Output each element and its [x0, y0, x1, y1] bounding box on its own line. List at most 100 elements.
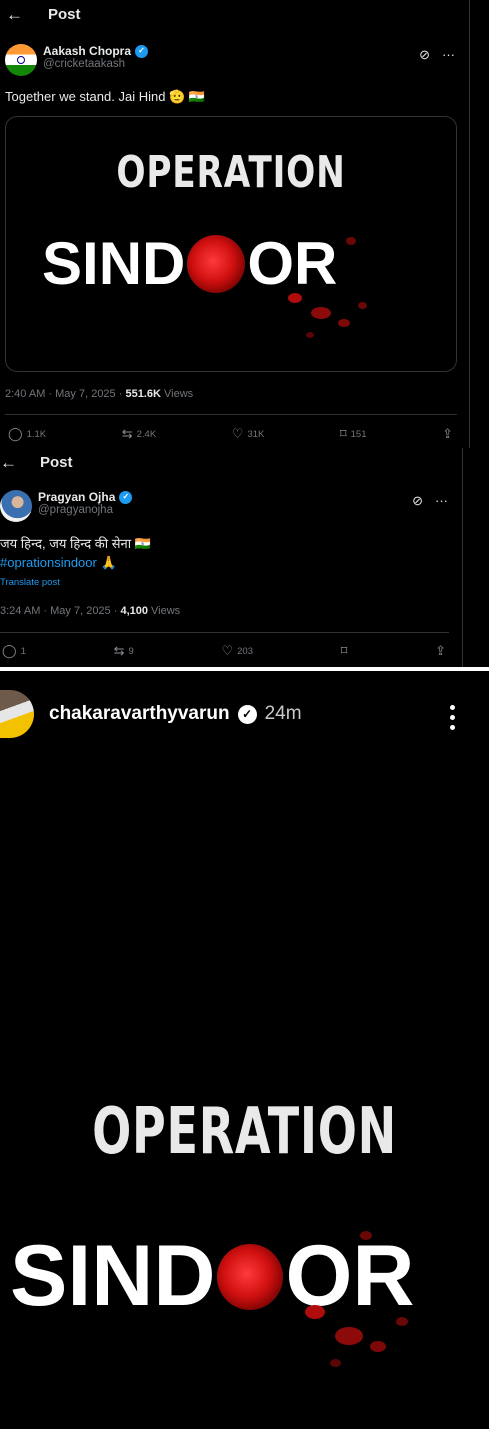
reply-icon: ◯ [2, 643, 17, 658]
post-media[interactable]: OPERATION SIND OR [5, 116, 457, 372]
hashtag-emoji: 🙏 [96, 554, 117, 570]
splatter-mark [358, 302, 367, 309]
action-bar: ◯ 1 ⇆ 9 ♡ 203 ⌑ ⇪ [2, 643, 446, 659]
repost-count: 2.4K [136, 428, 157, 440]
splatter-mark [305, 1305, 325, 1319]
bookmark-icon: ⌑ [339, 426, 347, 441]
sindoor-bowl-icon [187, 234, 246, 293]
share-icon: ⇪ [442, 426, 453, 441]
page-title: Post [40, 453, 73, 471]
action-bar: ◯ 1.1K ⇆ 2.4K ♡ 31K ⌑ 151 ⇪ [8, 426, 453, 442]
translate-post-link[interactable]: Translate post [0, 577, 60, 588]
splatter-mark [396, 1317, 408, 1326]
reply-button[interactable]: ◯ 1 [2, 643, 26, 659]
divider [0, 632, 449, 633]
author-row: Aakash Chopra ✓ @cricketaakash ⊘ ··· [5, 44, 465, 76]
back-arrow-icon[interactable]: ← [6, 6, 46, 23]
post-top-actions: ⊘ ··· [412, 493, 448, 509]
share-button[interactable]: ⇪ [435, 643, 446, 659]
back-arrow-icon[interactable]: ← [0, 454, 40, 471]
flag-chakra-icon [17, 56, 25, 64]
like-count: 203 [237, 645, 253, 657]
more-options-icon[interactable]: ··· [442, 47, 455, 63]
views-count: 551.6K [125, 388, 161, 400]
image-word-sindoor: SIND OR [42, 229, 337, 298]
views-label: Views [147, 605, 181, 617]
like-button[interactable]: ♡ 31K [232, 426, 265, 442]
repost-button[interactable]: ⇆ 2.4K [122, 426, 156, 442]
bookmark-count: 151 [350, 428, 367, 440]
splatter-mark [306, 332, 314, 338]
image-word-sind: SIND [42, 230, 186, 297]
views-label: Views [160, 388, 194, 400]
splatter-mark [288, 293, 302, 303]
verified-badge-icon: ✓ [237, 704, 257, 724]
post-panel-aakash: ← Post Aakash Chopra ✓ @cricketaakash ⊘ … [0, 0, 470, 448]
grok-icon[interactable]: ⊘ [412, 493, 423, 509]
post-time[interactable]: 2:40 AM · May 7, 2025 · [5, 388, 125, 400]
author-handle[interactable]: @cricketaakash [43, 58, 148, 72]
reply-count: 1.1K [26, 428, 47, 440]
verified-badge-icon: ✓ [135, 44, 149, 58]
repost-button[interactable]: ⇆ 9 [114, 643, 134, 659]
story-header: chakaravarthyvarun ✓ 24m [0, 671, 489, 757]
bookmark-button[interactable]: ⌑ 151 [340, 426, 367, 442]
author-name[interactable]: Aakash Chopra [43, 44, 131, 58]
repost-count: 9 [128, 645, 134, 657]
repost-icon: ⇆ [121, 426, 133, 441]
like-icon: ♡ [231, 426, 244, 441]
post-header: ← Post [6, 0, 81, 28]
avatar[interactable] [0, 490, 32, 522]
story-panel: chakaravarthyvarun ✓ 24m OPERATION SIND … [0, 671, 489, 1429]
like-icon: ♡ [221, 643, 234, 658]
reply-icon: ◯ [8, 426, 23, 441]
operation-sindoor-image: OPERATION SIND OR [0, 1091, 489, 1411]
image-word-or: OR [247, 230, 338, 297]
reply-count: 1 [20, 645, 26, 657]
splatter-mark [370, 1341, 386, 1352]
hashtag-link[interactable]: #oprationsindoor [0, 555, 97, 570]
post-panel-pragyan: ← Post Pragyan Ojha ✓ @pragyanojha ⊘ ···… [0, 448, 463, 668]
verified-badge-icon: ✓ [119, 490, 133, 504]
image-word-sind: SIND [10, 1228, 216, 1324]
post-time[interactable]: 3:24 AM · May 7, 2025 · [0, 605, 120, 617]
splatter-mark [338, 319, 350, 327]
author-row: Pragyan Ojha ✓ @pragyanojha ⊘ ··· [0, 490, 458, 522]
sindoor-bowl-icon [217, 1243, 284, 1310]
post-text: जय हिन्द, जय हिन्द की सेना 🇮🇳 #oprations… [0, 535, 151, 573]
story-time: 24m [264, 703, 302, 724]
author-name[interactable]: Pragyan Ojha [38, 490, 115, 504]
splatter-mark [360, 1231, 372, 1240]
author-meta: Pragyan Ojha ✓ @pragyanojha [38, 490, 133, 518]
post-header: ← Post [0, 448, 73, 476]
author-meta: Aakash Chopra ✓ @cricketaakash [43, 44, 149, 72]
reply-button[interactable]: ◯ 1.1K [8, 426, 46, 442]
post-text-hindi: जय हिन्द, जय हिन्द की सेना 🇮🇳 [0, 536, 151, 551]
post-timestamp: 3:24 AM · May 7, 2025 · 4,100 Views [0, 605, 180, 617]
page-title: Post [48, 5, 81, 23]
splatter-mark [346, 237, 356, 245]
bookmark-icon: ⌑ [340, 643, 348, 658]
divider [5, 414, 457, 415]
share-icon: ⇪ [435, 643, 446, 658]
grok-icon[interactable]: ⊘ [419, 47, 430, 63]
post-top-actions: ⊘ ··· [419, 47, 455, 63]
more-options-icon[interactable]: ··· [435, 493, 448, 509]
splatter-mark [335, 1327, 363, 1345]
share-button[interactable]: ⇪ [442, 426, 453, 442]
operation-sindoor-image: OPERATION SIND OR [6, 117, 456, 371]
splatter-mark [311, 307, 331, 319]
story-username[interactable]: chakaravarthyvarun [49, 703, 230, 725]
splatter-mark [330, 1359, 341, 1367]
avatar[interactable] [0, 690, 34, 738]
avatar[interactable] [5, 44, 37, 76]
like-count: 31K [247, 428, 265, 440]
bookmark-button[interactable]: ⌑ [341, 643, 348, 659]
post-timestamp: 2:40 AM · May 7, 2025 · 551.6K Views [5, 388, 193, 400]
image-word-operation: OPERATION [116, 147, 346, 198]
views-count: 4,100 [120, 605, 148, 617]
like-button[interactable]: ♡ 203 [221, 643, 253, 659]
more-options-icon[interactable] [450, 705, 455, 730]
repost-icon: ⇆ [113, 643, 125, 658]
author-handle[interactable]: @pragyanojha [38, 504, 132, 518]
